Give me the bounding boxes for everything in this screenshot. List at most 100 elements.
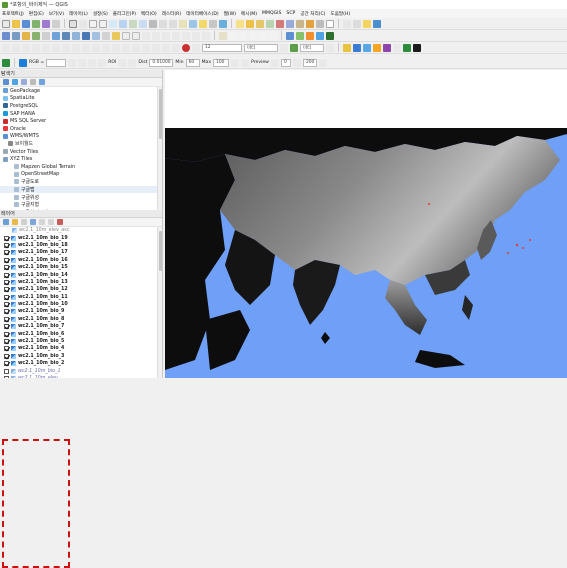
- scp-settings-icon[interactable]: [393, 44, 401, 52]
- copy-features-icon[interactable]: [172, 32, 180, 40]
- record-icon[interactable]: [182, 44, 190, 52]
- refresh-plugin-icon[interactable]: [316, 32, 324, 40]
- save-as-icon[interactable]: [32, 20, 40, 28]
- add-wfs-icon[interactable]: [82, 32, 90, 40]
- open-project-icon[interactable]: [12, 20, 20, 28]
- layer-visibility-checkbox[interactable]: [4, 324, 9, 329]
- preview-redo-icon[interactable]: [271, 59, 279, 67]
- band-set-icon[interactable]: [68, 59, 76, 67]
- layer-row[interactable]: wc2.1_10m_bio_9: [0, 308, 158, 315]
- zoom-selection-icon[interactable]: [129, 20, 137, 28]
- menu-item[interactable]: 설정(S): [93, 11, 108, 17]
- browser-item[interactable]: MS SQL Server: [0, 117, 158, 125]
- layer-visibility-checkbox[interactable]: [4, 332, 9, 337]
- help-icon[interactable]: [373, 20, 381, 28]
- menu-item[interactable]: 플러그인(P): [113, 11, 136, 17]
- statistics-icon[interactable]: [286, 20, 294, 28]
- scp-classification-icon[interactable]: [383, 44, 391, 52]
- browser-item[interactable]: 구글위성: [0, 193, 158, 201]
- deselect-icon[interactable]: [256, 20, 264, 28]
- zoom-in-icon[interactable]: [89, 20, 97, 28]
- map-canvas[interactable]: [165, 70, 567, 378]
- pan-icon[interactable]: [69, 20, 77, 28]
- add-mesh-icon[interactable]: [32, 32, 40, 40]
- open-data-source-icon[interactable]: [2, 32, 10, 40]
- browser-item[interactable]: OpenStreetMap: [0, 171, 158, 179]
- snapping-self-icon[interactable]: [326, 44, 334, 52]
- remove-layer-icon[interactable]: [57, 219, 63, 225]
- add-part-icon[interactable]: [12, 44, 20, 52]
- layer-visibility-checkbox[interactable]: [4, 295, 9, 300]
- layer-row[interactable]: wc2.1_10m_bio_12: [0, 286, 158, 293]
- unit-select[interactable]: 미터: [244, 44, 278, 52]
- refresh-icon[interactable]: [219, 20, 227, 28]
- rgb-select[interactable]: [46, 59, 66, 67]
- roi-grow-icon[interactable]: [128, 59, 136, 67]
- layers-scrollbar-thumb[interactable]: [159, 231, 162, 271]
- text-annotation-icon[interactable]: [343, 20, 351, 28]
- new-temp-layer-icon[interactable]: [102, 32, 110, 40]
- collapse-all-icon[interactable]: [48, 219, 54, 225]
- plugin-icon[interactable]: [306, 32, 314, 40]
- measure-icon[interactable]: [296, 20, 304, 28]
- reverse-line-icon[interactable]: [72, 44, 80, 52]
- layer-visibility-checkbox[interactable]: [4, 265, 9, 270]
- paste-features-icon[interactable]: [182, 32, 190, 40]
- s-field[interactable]: 200: [303, 59, 317, 67]
- expand-all-icon[interactable]: [39, 219, 45, 225]
- browser-item[interactable]: Vector Tiles: [0, 148, 158, 156]
- add-wms-icon[interactable]: [72, 32, 80, 40]
- menu-item[interactable]: 프로젝트(J): [2, 11, 24, 17]
- max-field[interactable]: 100: [213, 59, 229, 67]
- add-group-icon[interactable]: [12, 219, 18, 225]
- layer-visibility-checkbox[interactable]: [4, 339, 9, 344]
- layer-row[interactable]: wc2.1_10m_bio_6: [0, 330, 158, 337]
- scp-band-icon[interactable]: [353, 44, 361, 52]
- toggle-editing-icon[interactable]: [112, 32, 120, 40]
- add-vector-icon[interactable]: [12, 32, 20, 40]
- preview-remove-icon[interactable]: [319, 59, 327, 67]
- add-feature-icon[interactable]: [132, 32, 140, 40]
- rotate-point-icon[interactable]: [132, 44, 140, 52]
- split-features-icon[interactable]: [92, 44, 100, 52]
- identify-icon[interactable]: [236, 20, 244, 28]
- osm-icon[interactable]: [296, 32, 304, 40]
- layer-visibility-checkbox[interactable]: [4, 250, 9, 255]
- print-layout-icon[interactable]: [42, 20, 50, 28]
- add-selected-icon[interactable]: [3, 79, 9, 85]
- merge-attributes-icon[interactable]: [122, 44, 130, 52]
- vertex-tool-icon[interactable]: [142, 32, 150, 40]
- menu-item[interactable]: 도움말(H): [330, 11, 350, 17]
- python-console-icon[interactable]: [363, 20, 371, 28]
- t-field[interactable]: 0: [281, 59, 291, 67]
- filter-legend-icon[interactable]: [30, 219, 36, 225]
- browser-item[interactable]: 구글지형: [0, 201, 158, 209]
- annotation-icon[interactable]: [326, 20, 334, 28]
- style-panel-icon[interactable]: [3, 219, 9, 225]
- menu-item[interactable]: 래스터(R): [162, 11, 181, 17]
- scp-globe-icon[interactable]: [403, 44, 411, 52]
- cut-features-icon[interactable]: [162, 32, 170, 40]
- scp-run-icon[interactable]: [413, 44, 421, 52]
- layer-row[interactable]: wc2.1_10m_bio_11: [0, 294, 158, 301]
- zoom-native-icon[interactable]: [149, 20, 157, 28]
- menu-item[interactable]: SCP: [286, 11, 295, 16]
- zoom-roi-icon[interactable]: [78, 59, 86, 67]
- layer-visibility-checkbox[interactable]: [4, 302, 9, 307]
- filter-icon[interactable]: [21, 79, 27, 85]
- show-hide-labels-icon[interactable]: [239, 32, 247, 40]
- advanced-digitizing-icon[interactable]: [152, 44, 160, 52]
- reshape-icon[interactable]: [52, 44, 60, 52]
- pin-labels-icon[interactable]: [229, 32, 237, 40]
- merge-features-icon[interactable]: [112, 44, 120, 52]
- browser-scrollbar-thumb[interactable]: [159, 89, 162, 139]
- new-project-icon[interactable]: [2, 20, 10, 28]
- simplify-icon[interactable]: [142, 44, 150, 52]
- add-delimited-text-icon[interactable]: [42, 32, 50, 40]
- field-calculator-icon[interactable]: [276, 20, 284, 28]
- show-bookmarks-icon[interactable]: [209, 20, 217, 28]
- roi-draw-icon[interactable]: [98, 59, 106, 67]
- add-postgis-icon[interactable]: [62, 32, 70, 40]
- roi-settings-icon[interactable]: [231, 59, 239, 67]
- layer-visibility-checkbox[interactable]: [4, 309, 9, 314]
